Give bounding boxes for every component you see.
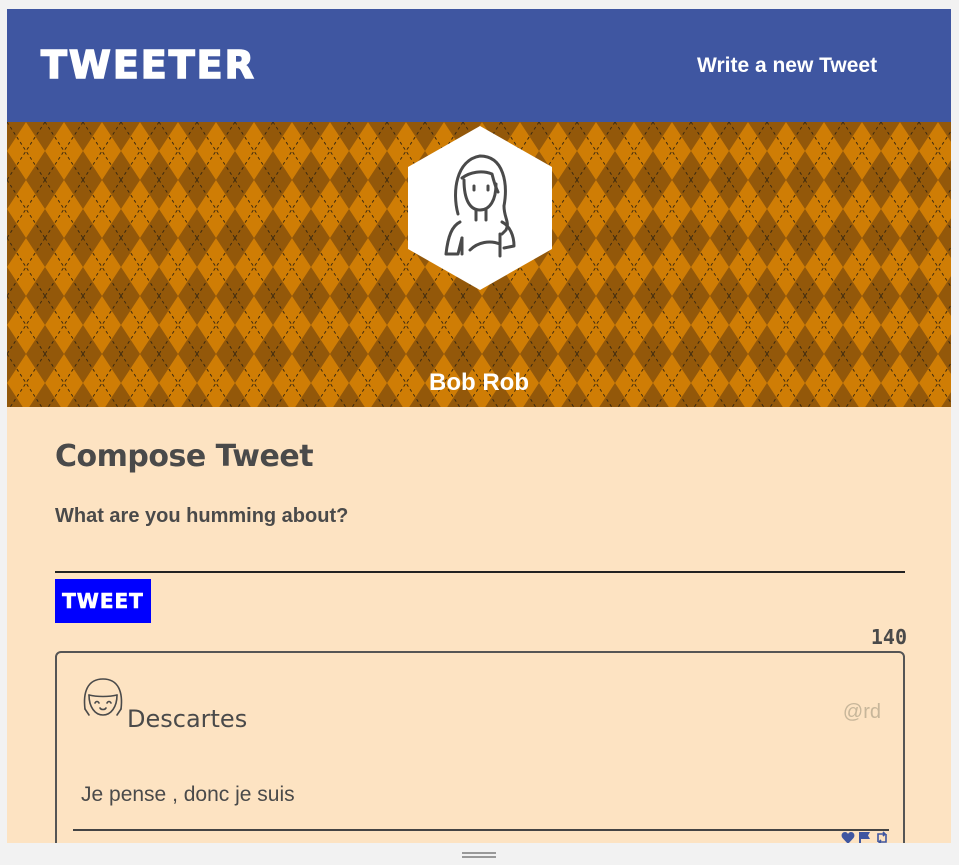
character-counter: 140 bbox=[870, 625, 907, 649]
smiling-face-icon bbox=[83, 678, 123, 716]
tweet-button[interactable]: TWEET bbox=[55, 579, 151, 623]
compose-title: Compose Tweet bbox=[55, 439, 314, 474]
profile-username: Bob Rob bbox=[429, 369, 529, 396]
tweet-divider bbox=[73, 829, 889, 831]
app-logo: TWEETER bbox=[40, 42, 256, 88]
tweet-text: Je pense , donc je suis bbox=[81, 783, 295, 806]
resize-handle-icon[interactable] bbox=[462, 852, 496, 858]
tweet-card: Descartes @rd Je pense , donc je suis bbox=[55, 651, 905, 843]
flag-icon[interactable] bbox=[858, 831, 872, 843]
window-edge bbox=[951, 9, 959, 843]
bottom-bar bbox=[0, 843, 959, 865]
tweet-input[interactable] bbox=[55, 505, 905, 573]
tweet-author-handle: @rd bbox=[842, 701, 881, 723]
write-new-tweet-link[interactable]: Write a new Tweet bbox=[697, 54, 877, 78]
top-nav: TWEETER Write a new Tweet bbox=[7, 9, 951, 122]
heart-icon[interactable] bbox=[841, 831, 855, 843]
tweet-author-name: Descartes bbox=[127, 705, 248, 733]
page-viewport: TWEETER Write a new Tweet Bob Rob Compos… bbox=[7, 9, 951, 843]
profile-avatar bbox=[408, 126, 552, 290]
retweet-icon[interactable] bbox=[875, 831, 889, 843]
tweet-actions bbox=[841, 831, 889, 843]
profile-banner: Bob Rob bbox=[7, 122, 951, 407]
